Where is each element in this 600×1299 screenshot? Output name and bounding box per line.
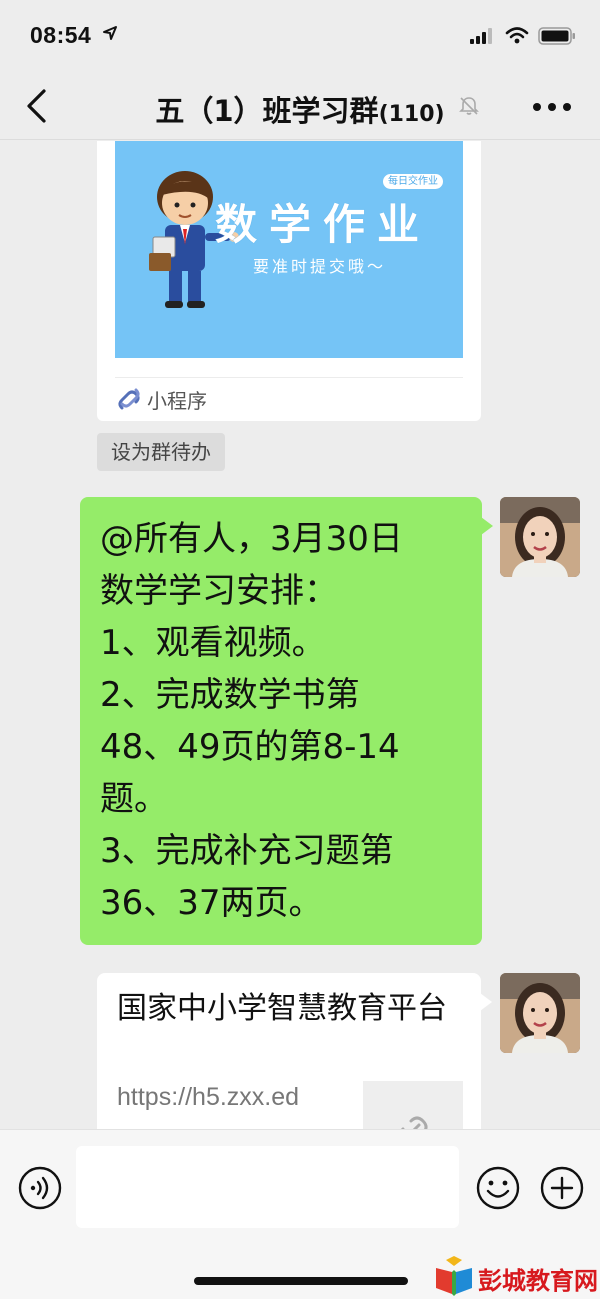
status-time: 08:54 (30, 22, 92, 48)
message-line: 数学学习安排： (100, 571, 338, 611)
chat-header: 五（1）班学习群(110) (0, 72, 600, 140)
mini-program-card[interactable]: 每日交作业 数学作业 要准时提交哦～ 小程序 (97, 141, 481, 421)
member-count: (110) (378, 102, 445, 127)
mini-program-icon (118, 388, 140, 410)
site-watermark: 彭城教育网 (432, 1254, 600, 1299)
status-bar: 08:54 (0, 0, 600, 72)
message-line: 48、49页的第8-14 (100, 727, 400, 767)
avatar[interactable] (500, 973, 580, 1053)
mini-program-label: 小程序 (147, 389, 207, 413)
group-name: 五（1）班学习群 (155, 94, 379, 128)
message-input[interactable] (76, 1146, 459, 1228)
link-card[interactable]: 国家中小学智慧教育平台 https://h5.zxx.ed (97, 973, 492, 1129)
set-group-todo-button[interactable]: 设为群待办 (97, 433, 225, 471)
chat-title: 五（1）班学习群(110) (0, 88, 600, 130)
avatar-photo (500, 973, 580, 1053)
home-indicator (194, 1277, 408, 1285)
message-line: @所有人，3月30日 (100, 519, 403, 559)
homework-badge: 每日交作业 (383, 174, 443, 189)
link-thumbnail (363, 1081, 463, 1129)
battery-icon (538, 27, 575, 45)
voice-icon[interactable] (18, 1166, 62, 1210)
link-title: 国家中小学智慧教育平台 (117, 991, 447, 1026)
text-message-bubble[interactable]: @所有人，3月30日 数学学习安排： 1、观看视频。 2、完成数学书第 48、4… (80, 497, 493, 945)
divider (115, 377, 463, 378)
mini-program-headline: 数学作业 (215, 200, 432, 249)
book-logo-icon (436, 1256, 472, 1296)
signal-icon (470, 28, 492, 44)
message-line: 题。 (100, 779, 168, 819)
mini-program-cover: 每日交作业 数学作业 要准时提交哦～ (115, 141, 463, 358)
message-list[interactable]: 每日交作业 数学作业 要准时提交哦～ 小程序 设为群待办 @所有人，3月30日 … (0, 141, 600, 1129)
link-url: https://h5.zxx.ed (117, 1083, 300, 1111)
emoji-icon[interactable] (476, 1166, 520, 1210)
location-arrow-icon (103, 26, 117, 40)
avatar-photo (500, 497, 580, 577)
more-icon[interactable] (532, 102, 572, 112)
avatar[interactable] (500, 497, 580, 577)
watermark-text: 彭城教育网 (478, 1267, 598, 1295)
message-line: 36、37两页。 (100, 883, 323, 923)
mini-program-subtitle: 要准时提交哦～ (253, 257, 387, 276)
wifi-icon (505, 27, 529, 44)
mute-bell-icon (459, 97, 479, 115)
message-line: 2、完成数学书第 (100, 675, 360, 715)
plus-icon[interactable] (540, 1166, 584, 1210)
link-icon (401, 1116, 428, 1129)
message-line: 1、观看视频。 (100, 623, 326, 663)
message-line: 3、完成补充习题第 (100, 831, 394, 871)
